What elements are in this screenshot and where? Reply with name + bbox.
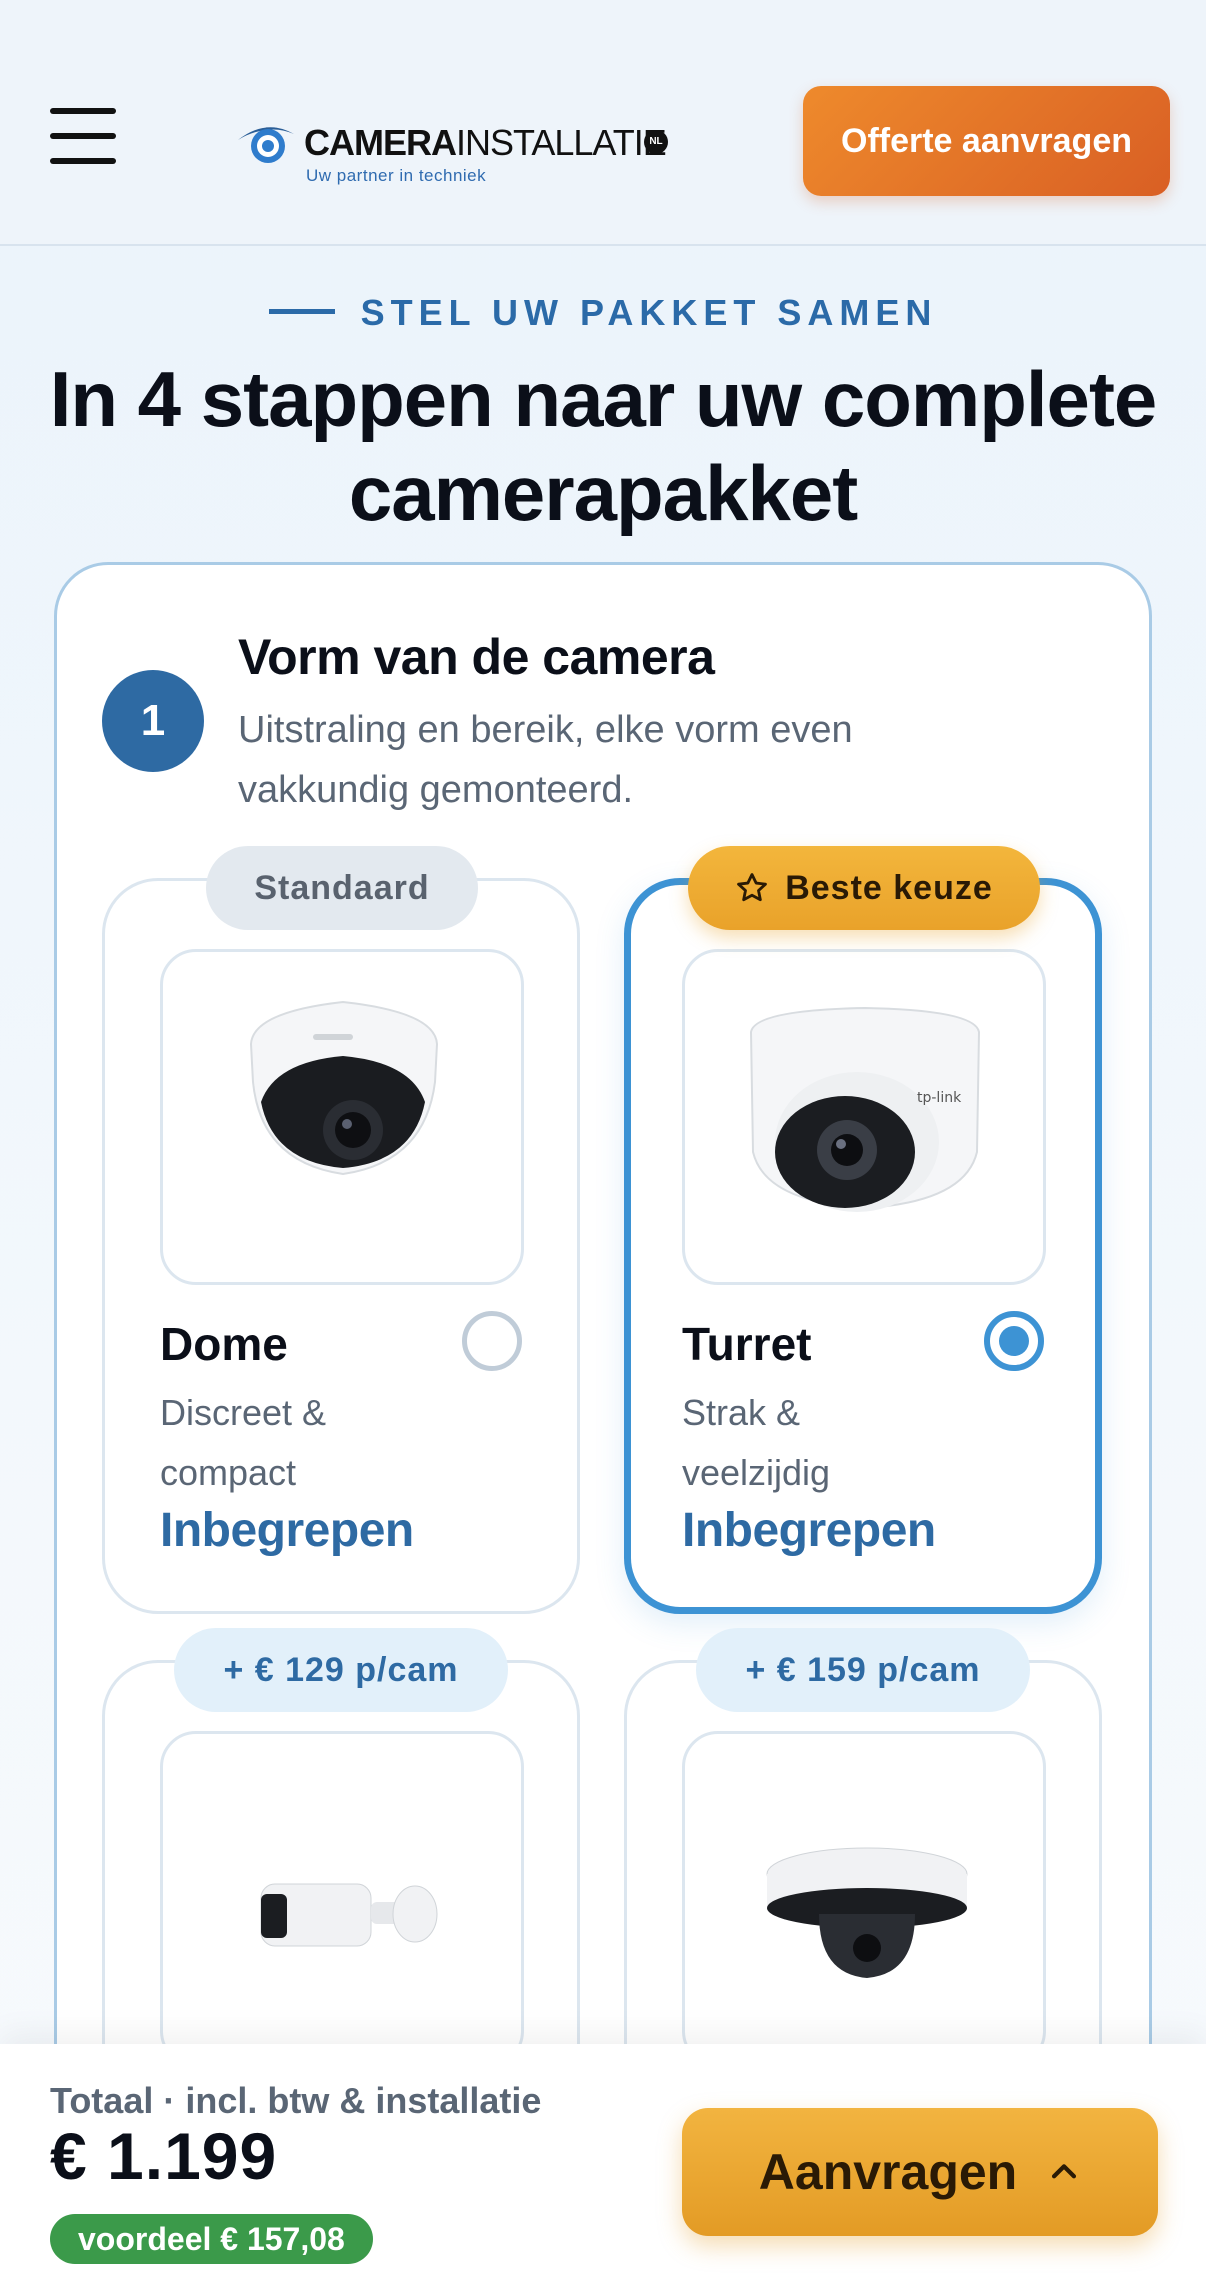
turret-camera-image: tp-link [682, 949, 1046, 1285]
bullet-camera-icon [260, 1883, 438, 1947]
option-badge-price-ptz: + € 159 p/cam [696, 1628, 1030, 1712]
step-number: 1 [102, 670, 204, 772]
option-description: Discreet & compact [160, 1392, 327, 1493]
option-radio-dome[interactable] [462, 1311, 522, 1371]
total-label: Totaal · incl. btw & installatie [50, 2080, 542, 2121]
page-title: In 4 stappen naar uw complete camerapakk… [49, 355, 1158, 537]
option-name: Turret [682, 1318, 812, 1370]
svg-text:tp-link: tp-link [917, 1090, 962, 1106]
option-price: Inbegrepen [160, 1504, 414, 1557]
saving-badge: voordeel € 157,08 [50, 2214, 373, 2264]
section-eyebrow: STEL UW PAKKET SAMEN [0, 292, 1206, 334]
menu-icon[interactable] [50, 108, 118, 164]
star-icon [737, 873, 768, 902]
step-title: Vorm van de camera [238, 629, 715, 685]
logo-wordmark: CAMERAINSTALLATIE [304, 122, 667, 163]
option-description: Strak & veelzijdig [682, 1392, 831, 1493]
dome-camera-icon [249, 1000, 439, 1176]
option-card-dome[interactable]: Dome Discreet & compact Inbegrepen [102, 878, 580, 1614]
chevron-up-icon [1052, 2164, 1077, 2179]
step-description: Uitstraling en bereik, elke vorm even va… [238, 709, 853, 811]
option-badge-price-bullet: + € 129 p/cam [174, 1628, 508, 1712]
option-badge-best-choice: Beste keuze [688, 846, 1040, 930]
bullet-camera-image [160, 1731, 524, 2067]
logo-tagline: Uw partner in techniek [306, 166, 487, 185]
turret-camera-icon: tp-link [749, 1006, 981, 1212]
option-badge-standard: Standaard [206, 846, 478, 930]
total-price: € 1.199 [50, 2119, 278, 2193]
site-logo[interactable]: CAMERAINSTALLATIE NL Uw partner in techn… [236, 116, 676, 188]
request-button[interactable]: Aanvragen [682, 2108, 1158, 2236]
option-price: Inbegrepen [682, 1504, 936, 1557]
dome-camera-image [160, 949, 524, 1285]
option-name: Dome [160, 1318, 288, 1370]
ptz-camera-icon [766, 1847, 968, 1978]
site-header: CAMERAINSTALLATIE NL Uw partner in techn… [0, 0, 1206, 246]
option-card-turret[interactable]: tp-link Turret Strak & veelzijdig Inbegr… [624, 878, 1102, 1614]
logo-nl-badge: NL [644, 130, 668, 154]
eye-logo-icon [238, 127, 294, 163]
request-quote-button[interactable]: Offerte aanvragen [803, 86, 1170, 196]
eyebrow-line [268, 308, 335, 314]
ptz-camera-image [682, 1731, 1046, 2067]
option-radio-turret[interactable] [984, 1311, 1044, 1371]
